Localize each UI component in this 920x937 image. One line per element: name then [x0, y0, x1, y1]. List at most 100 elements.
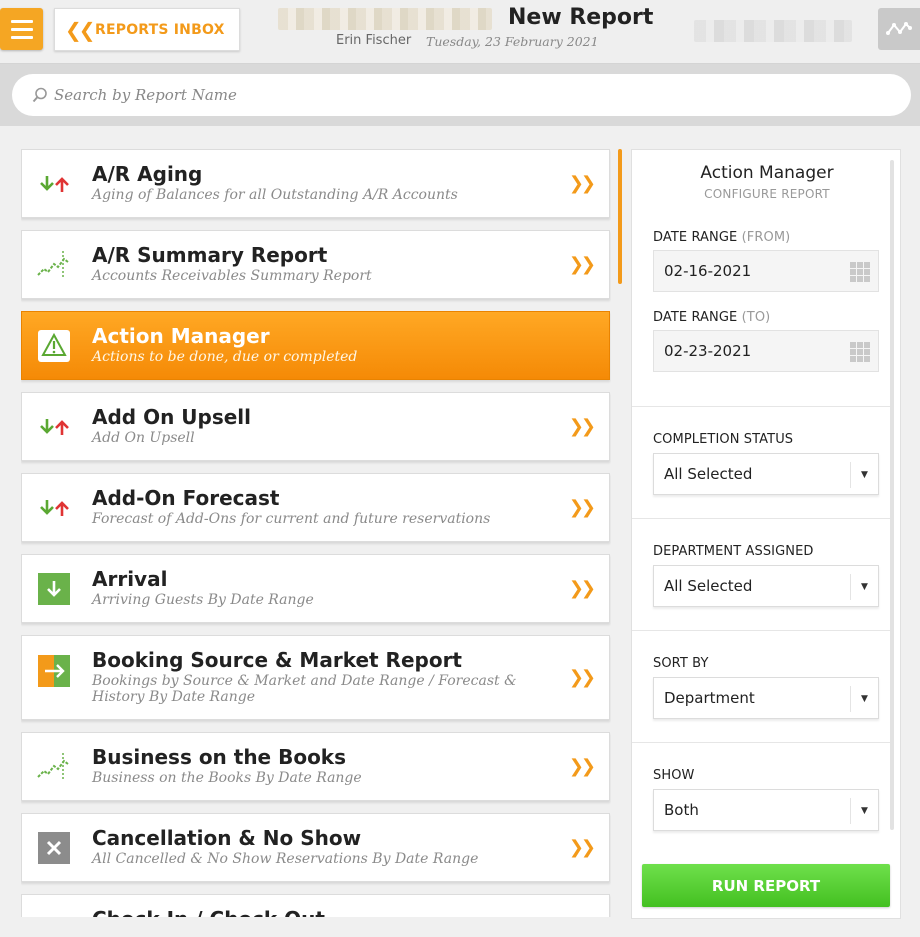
- report-item-cancellation[interactable]: Cancellation & No Show All Cancelled & N…: [21, 813, 610, 882]
- booking-source-icon: [37, 654, 71, 688]
- dropdown-arrow-icon: ▼: [850, 574, 878, 600]
- double-chevron-right-icon: ❯❯: [568, 173, 596, 194]
- date-from-label-text: DATE RANGE: [653, 230, 738, 245]
- double-chevron-right-icon: ❯❯: [568, 578, 596, 599]
- sort-by-label: SORT BY: [653, 656, 709, 671]
- sort-by-select[interactable]: Department ▼: [653, 677, 879, 719]
- date-to-suffix: (TO): [741, 310, 771, 325]
- up-down-arrows-icon: [37, 410, 71, 444]
- list-scrollbar[interactable]: [618, 149, 622, 284]
- report-title: Arrival: [92, 567, 168, 591]
- panel-title: Action Manager: [700, 163, 834, 183]
- date-from-label: DATE RANGE (FROM): [653, 230, 790, 245]
- up-down-arrows-icon: [37, 167, 71, 201]
- divider: [632, 406, 892, 407]
- report-item-business-on-the-books[interactable]: Business on the Books Business on the Bo…: [21, 732, 610, 801]
- redacted-header-info: [694, 20, 852, 42]
- double-chevron-right-icon: ❯❯: [568, 416, 596, 437]
- activity-graph-button[interactable]: [878, 8, 920, 50]
- panel-scrollbar[interactable]: [890, 160, 894, 830]
- reports-inbox-button[interactable]: ❮❮ REPORTS INBOX: [54, 8, 240, 51]
- dropdown-arrow-icon: ▼: [850, 686, 878, 712]
- report-item-add-on-upsell[interactable]: Add On Upsell Add On Upsell ❯❯: [21, 392, 610, 461]
- report-item-add-on-forecast[interactable]: Add-On Forecast Forecast of Add-Ons for …: [21, 473, 610, 542]
- report-title: Booking Source & Market Report: [92, 648, 462, 672]
- hamburger-menu-button[interactable]: [0, 8, 43, 50]
- report-item-arrival[interactable]: Arrival Arriving Guests By Date Range ❯❯: [21, 554, 610, 623]
- completion-status-value: All Selected: [664, 465, 753, 483]
- date-to-value: 02-23-2021: [664, 342, 752, 360]
- report-subtitle: Aging of Balances for all Outstanding A/…: [92, 187, 458, 203]
- search-field[interactable]: [12, 74, 911, 116]
- report-title: Check In / Check Out: [92, 907, 325, 917]
- report-subtitle: Actions to be done, due or completed: [92, 349, 358, 365]
- calendar-icon: [850, 262, 870, 282]
- user-name: Erin Fischer: [336, 33, 412, 48]
- report-subtitle: Forecast of Add-Ons for current and futu…: [92, 511, 491, 527]
- dropdown-arrow-icon: ▼: [850, 798, 878, 824]
- reports-inbox-label: REPORTS INBOX: [95, 21, 225, 38]
- double-chevron-right-icon: ❯❯: [568, 837, 596, 858]
- report-subtitle: Add On Upsell: [92, 430, 195, 446]
- divider: [632, 742, 892, 743]
- search-bar: [0, 64, 920, 126]
- top-bar: ❮❮ REPORTS INBOX New Report Erin Fischer…: [0, 0, 920, 64]
- completion-status-select[interactable]: All Selected ▼: [653, 453, 879, 495]
- page-title: New Report: [508, 5, 654, 30]
- calendar-icon: [850, 342, 870, 362]
- alert-bubble-icon: [37, 329, 71, 363]
- date-from-suffix: (FROM): [741, 230, 791, 245]
- redacted-property-name: [278, 8, 492, 30]
- trend-chart-icon: [37, 750, 71, 784]
- report-title: Add On Upsell: [92, 405, 252, 429]
- report-item-ar-aging[interactable]: A/R Aging Aging of Balances for all Outs…: [21, 149, 610, 218]
- date-from-field[interactable]: 02-16-2021: [653, 250, 879, 292]
- report-subtitle: Accounts Receivables Summary Report: [92, 268, 372, 284]
- report-subtitle: Arriving Guests By Date Range: [92, 592, 314, 608]
- department-assigned-value: All Selected: [664, 577, 753, 595]
- completion-status-label: COMPLETION STATUS: [653, 432, 794, 447]
- department-assigned-select[interactable]: All Selected ▼: [653, 565, 879, 607]
- report-title: Action Manager: [92, 324, 270, 348]
- dropdown-arrow-icon: ▼: [850, 462, 878, 488]
- run-report-button[interactable]: RUN REPORT: [642, 864, 890, 907]
- double-chevron-right-icon: ❯❯: [568, 667, 596, 688]
- arrival-arrow-icon: [37, 572, 71, 606]
- report-title: A/R Aging: [92, 162, 203, 186]
- date-from-value: 02-16-2021: [664, 262, 752, 280]
- date-to-field[interactable]: 02-23-2021: [653, 330, 879, 372]
- current-date: Tuesday, 23 February 2021: [426, 34, 599, 49]
- date-to-label: DATE RANGE (TO): [653, 310, 770, 325]
- report-item-check-in-out[interactable]: Check In / Check Out: [21, 894, 610, 917]
- report-title: Business on the Books: [92, 745, 347, 769]
- main-area: A/R Aging Aging of Balances for all Outs…: [0, 126, 920, 937]
- report-item-action-manager[interactable]: Action Manager Actions to be done, due o…: [21, 311, 610, 380]
- report-title: A/R Summary Report: [92, 243, 328, 267]
- report-item-booking-source[interactable]: Booking Source & Market Report Bookings …: [21, 635, 610, 720]
- report-subtitle: Business on the Books By Date Range: [92, 770, 362, 786]
- divider: [632, 518, 892, 519]
- hamburger-icon-line: [10, 19, 33, 23]
- configure-report-panel: Action Manager CONFIGURE REPORT DATE RAN…: [631, 149, 901, 919]
- double-chevron-right-icon: ❯❯: [568, 756, 596, 777]
- show-select[interactable]: Both ▼: [653, 789, 879, 831]
- hamburger-icon-line: [10, 35, 33, 39]
- activity-graph-icon: [886, 22, 912, 35]
- report-subtitle: Bookings by Source & Market and Date Ran…: [92, 673, 517, 705]
- department-assigned-label: DEPARTMENT ASSIGNED: [653, 544, 814, 559]
- report-title: Add-On Forecast: [92, 486, 280, 510]
- report-subtitle: All Cancelled & No Show Reservations By …: [92, 851, 479, 867]
- double-chevron-right-icon: ❯❯: [568, 254, 596, 275]
- panel-subtitle: CONFIGURE REPORT: [704, 187, 830, 201]
- report-list: A/R Aging Aging of Balances for all Outs…: [21, 149, 611, 917]
- search-input[interactable]: [54, 86, 854, 104]
- date-to-label-text: DATE RANGE: [653, 310, 738, 325]
- hamburger-icon-line: [10, 27, 33, 31]
- up-down-arrows-icon: [37, 491, 71, 525]
- show-label: SHOW: [653, 768, 695, 783]
- show-value: Both: [664, 801, 699, 819]
- report-item-ar-summary[interactable]: A/R Summary Report Accounts Receivables …: [21, 230, 610, 299]
- search-icon: [32, 87, 47, 103]
- divider: [632, 630, 892, 631]
- trend-chart-icon: [37, 248, 71, 282]
